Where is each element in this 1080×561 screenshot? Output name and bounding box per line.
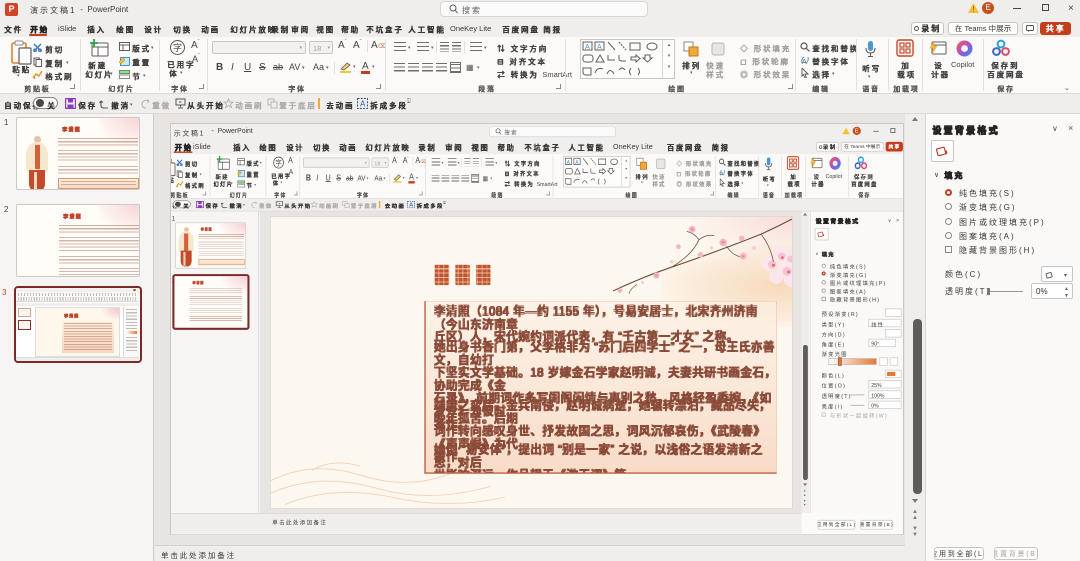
svg-text:A: A bbox=[720, 171, 724, 176]
svg-text:A: A bbox=[585, 44, 590, 51]
svg-text:A: A bbox=[360, 100, 366, 109]
svg-text:A: A bbox=[802, 59, 807, 65]
svg-text:A: A bbox=[575, 159, 579, 165]
svg-text:A: A bbox=[566, 159, 570, 165]
svg-text:A: A bbox=[409, 203, 413, 208]
svg-text:A: A bbox=[597, 44, 602, 51]
svg-text:!: ! bbox=[972, 5, 974, 13]
